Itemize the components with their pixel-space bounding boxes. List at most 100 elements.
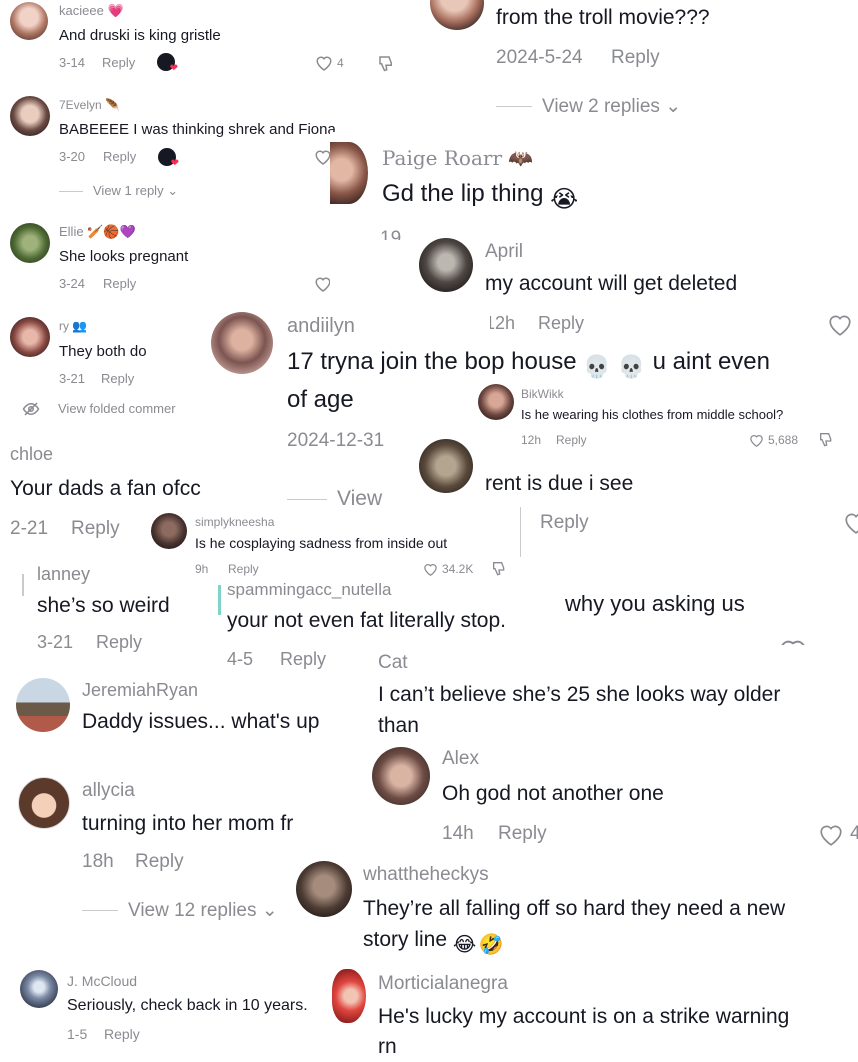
comment-username[interactable]: simplykneesha xyxy=(195,515,274,529)
comment-text: turning into her mom fr xyxy=(82,812,294,835)
reply-button[interactable]: Reply xyxy=(103,276,136,291)
comment-text: rent is due i see xyxy=(485,472,634,495)
avatar[interactable] xyxy=(419,238,473,292)
crying-emoji-icon: 😭 xyxy=(550,186,579,213)
avatar[interactable] xyxy=(211,312,273,374)
comment-date: 2024-12-31 xyxy=(287,430,385,451)
avatar[interactable] xyxy=(478,384,514,420)
comment-username[interactable]: BikWikk xyxy=(521,387,564,401)
comment-card-mccloud: J. McCloud Seriously, check back in 10 y… xyxy=(0,962,335,1062)
divider xyxy=(22,574,24,596)
reply-button[interactable]: Reply xyxy=(611,47,660,69)
reply-button[interactable]: Reply xyxy=(538,313,584,334)
dislike-icon[interactable] xyxy=(377,54,395,72)
rofl-emoji-icon: 🤣 xyxy=(478,934,504,956)
comment-card-troll: from the troll movie??? 2024-5-24 Reply … xyxy=(420,0,858,132)
heart-icon[interactable] xyxy=(827,312,853,336)
comment-username[interactable]: JeremiahRyan xyxy=(82,680,198,701)
comment-card-kneesha: simplykneesha Is he cosplaying sadness f… xyxy=(145,507,520,582)
dislike-icon[interactable] xyxy=(818,431,834,447)
avatar[interactable] xyxy=(430,0,484,30)
comment-username[interactable]: 7Evelyn 🪶 xyxy=(59,98,120,112)
heart-icon[interactable] xyxy=(749,433,764,447)
comment-text: Oh god not another one xyxy=(442,782,664,805)
comment-username[interactable]: J. McCloud xyxy=(67,973,137,989)
reply-button[interactable]: Reply xyxy=(103,149,136,164)
avatar[interactable] xyxy=(20,970,58,1008)
comment-username[interactable]: Ellie 🏏🏀💜 xyxy=(59,224,136,240)
avatar[interactable] xyxy=(10,96,50,136)
comment-text: Is he wearing his clothes from middle sc… xyxy=(521,407,784,422)
reply-button[interactable]: Reply xyxy=(228,562,259,576)
like-count: 5,688 xyxy=(768,433,799,447)
comment-username[interactable]: chloe xyxy=(10,444,53,465)
comment-date: 3-24 xyxy=(59,276,86,291)
reply-button[interactable]: Reply xyxy=(102,55,135,70)
comment-text-line2: story line 😂 🤣 xyxy=(363,928,504,956)
comment-username[interactable]: whattheheckys xyxy=(363,864,489,886)
comment-username[interactable]: Morticialanegra xyxy=(378,973,508,995)
comment-text: He's lucky my account is on a strike war… xyxy=(378,1005,790,1028)
comment-date: 3-21 xyxy=(59,371,86,386)
view-folded-comments-button[interactable]: View folded commer xyxy=(58,401,176,416)
heart-icon[interactable] xyxy=(314,275,330,292)
feather-emoji-icon: 🪶 xyxy=(105,98,120,112)
view-replies-button[interactable]: View 2 replies ⌄ xyxy=(496,95,681,118)
heart-icon[interactable] xyxy=(423,562,438,576)
avatar[interactable] xyxy=(151,513,187,549)
comment-username[interactable]: kacieee 💗 xyxy=(59,3,124,19)
heart-icon[interactable] xyxy=(818,822,844,846)
comment-username[interactable]: Cat xyxy=(378,652,408,674)
comment-username[interactable]: lanney xyxy=(37,564,90,585)
comment-text: 17 tryna join the bop house 💀 💀 u aint e… xyxy=(287,348,774,382)
skull-emoji-icon: 💀 xyxy=(583,354,611,379)
dislike-icon[interactable] xyxy=(491,560,507,576)
comment-text: Is he cosplaying sadness from inside out xyxy=(195,535,448,551)
comment-card-alex: Alex Oh god not another one 14h Reply 4 xyxy=(366,743,858,853)
comment-username[interactable]: ry 👥 xyxy=(59,319,87,333)
comment-username[interactable]: andiilyn xyxy=(287,315,355,338)
comment-username[interactable]: Paige Roarr 🦇 xyxy=(382,146,533,170)
skull-emoji-icon: 💀 xyxy=(617,354,646,379)
reply-button[interactable]: Reply xyxy=(101,371,134,386)
comment-text: Seriously, check back in 10 years. xyxy=(67,997,308,1014)
comment-text: Daddy issues... what's up xyxy=(82,710,320,733)
avatar[interactable] xyxy=(330,142,368,204)
heart-icon[interactable] xyxy=(843,510,858,534)
comment-date: 12h xyxy=(521,433,542,447)
comment-text: why you asking us xyxy=(565,591,745,616)
like-count: 4 xyxy=(337,56,344,70)
reply-button[interactable]: Reply xyxy=(96,632,142,653)
view-replies-button[interactable]: View 12 replies ⌄ xyxy=(82,899,278,922)
reply-button[interactable]: Reply xyxy=(280,649,326,670)
avatar[interactable] xyxy=(16,678,70,732)
reply-button[interactable]: Reply xyxy=(104,1026,140,1042)
avatar[interactable] xyxy=(372,747,430,805)
comment-username[interactable]: April xyxy=(485,241,523,263)
avatar[interactable] xyxy=(419,439,473,493)
comment-username[interactable]: allycia xyxy=(82,780,135,802)
comment-username[interactable]: Alex xyxy=(442,748,479,770)
comment-date: 1-5 xyxy=(67,1026,88,1042)
avatar[interactable] xyxy=(10,2,48,40)
comment-card-asking: why you asking us xyxy=(556,575,858,645)
reply-button[interactable]: Reply xyxy=(135,851,184,873)
comment-text: They’re all falling off so hard they nee… xyxy=(363,897,786,920)
avatar[interactable] xyxy=(332,969,366,1023)
avatar[interactable] xyxy=(10,317,50,357)
avatar[interactable] xyxy=(10,223,50,263)
avatar[interactable] xyxy=(296,861,352,917)
heart-icon[interactable] xyxy=(315,54,333,71)
avatar[interactable] xyxy=(18,777,70,829)
reply-button[interactable]: Reply xyxy=(540,512,589,534)
reply-button[interactable]: Reply xyxy=(498,823,547,845)
view-replies-button[interactable]: View 1 reply ⌄ xyxy=(59,183,178,199)
heart-icon[interactable] xyxy=(778,635,808,645)
comment-text: She looks pregnant xyxy=(59,248,189,265)
like-count: 34.2K xyxy=(442,562,474,576)
reply-button[interactable]: Reply xyxy=(71,518,120,540)
comment-card-cat: Cat I can’t believe she’s 25 she looks w… xyxy=(366,645,858,743)
comment-card-jeremiah: JeremiahRyan Daddy issues... what's up xyxy=(0,670,360,765)
reply-button[interactable]: Reply xyxy=(556,433,587,447)
comment-username[interactable]: spammingacc_nutella xyxy=(227,580,391,600)
